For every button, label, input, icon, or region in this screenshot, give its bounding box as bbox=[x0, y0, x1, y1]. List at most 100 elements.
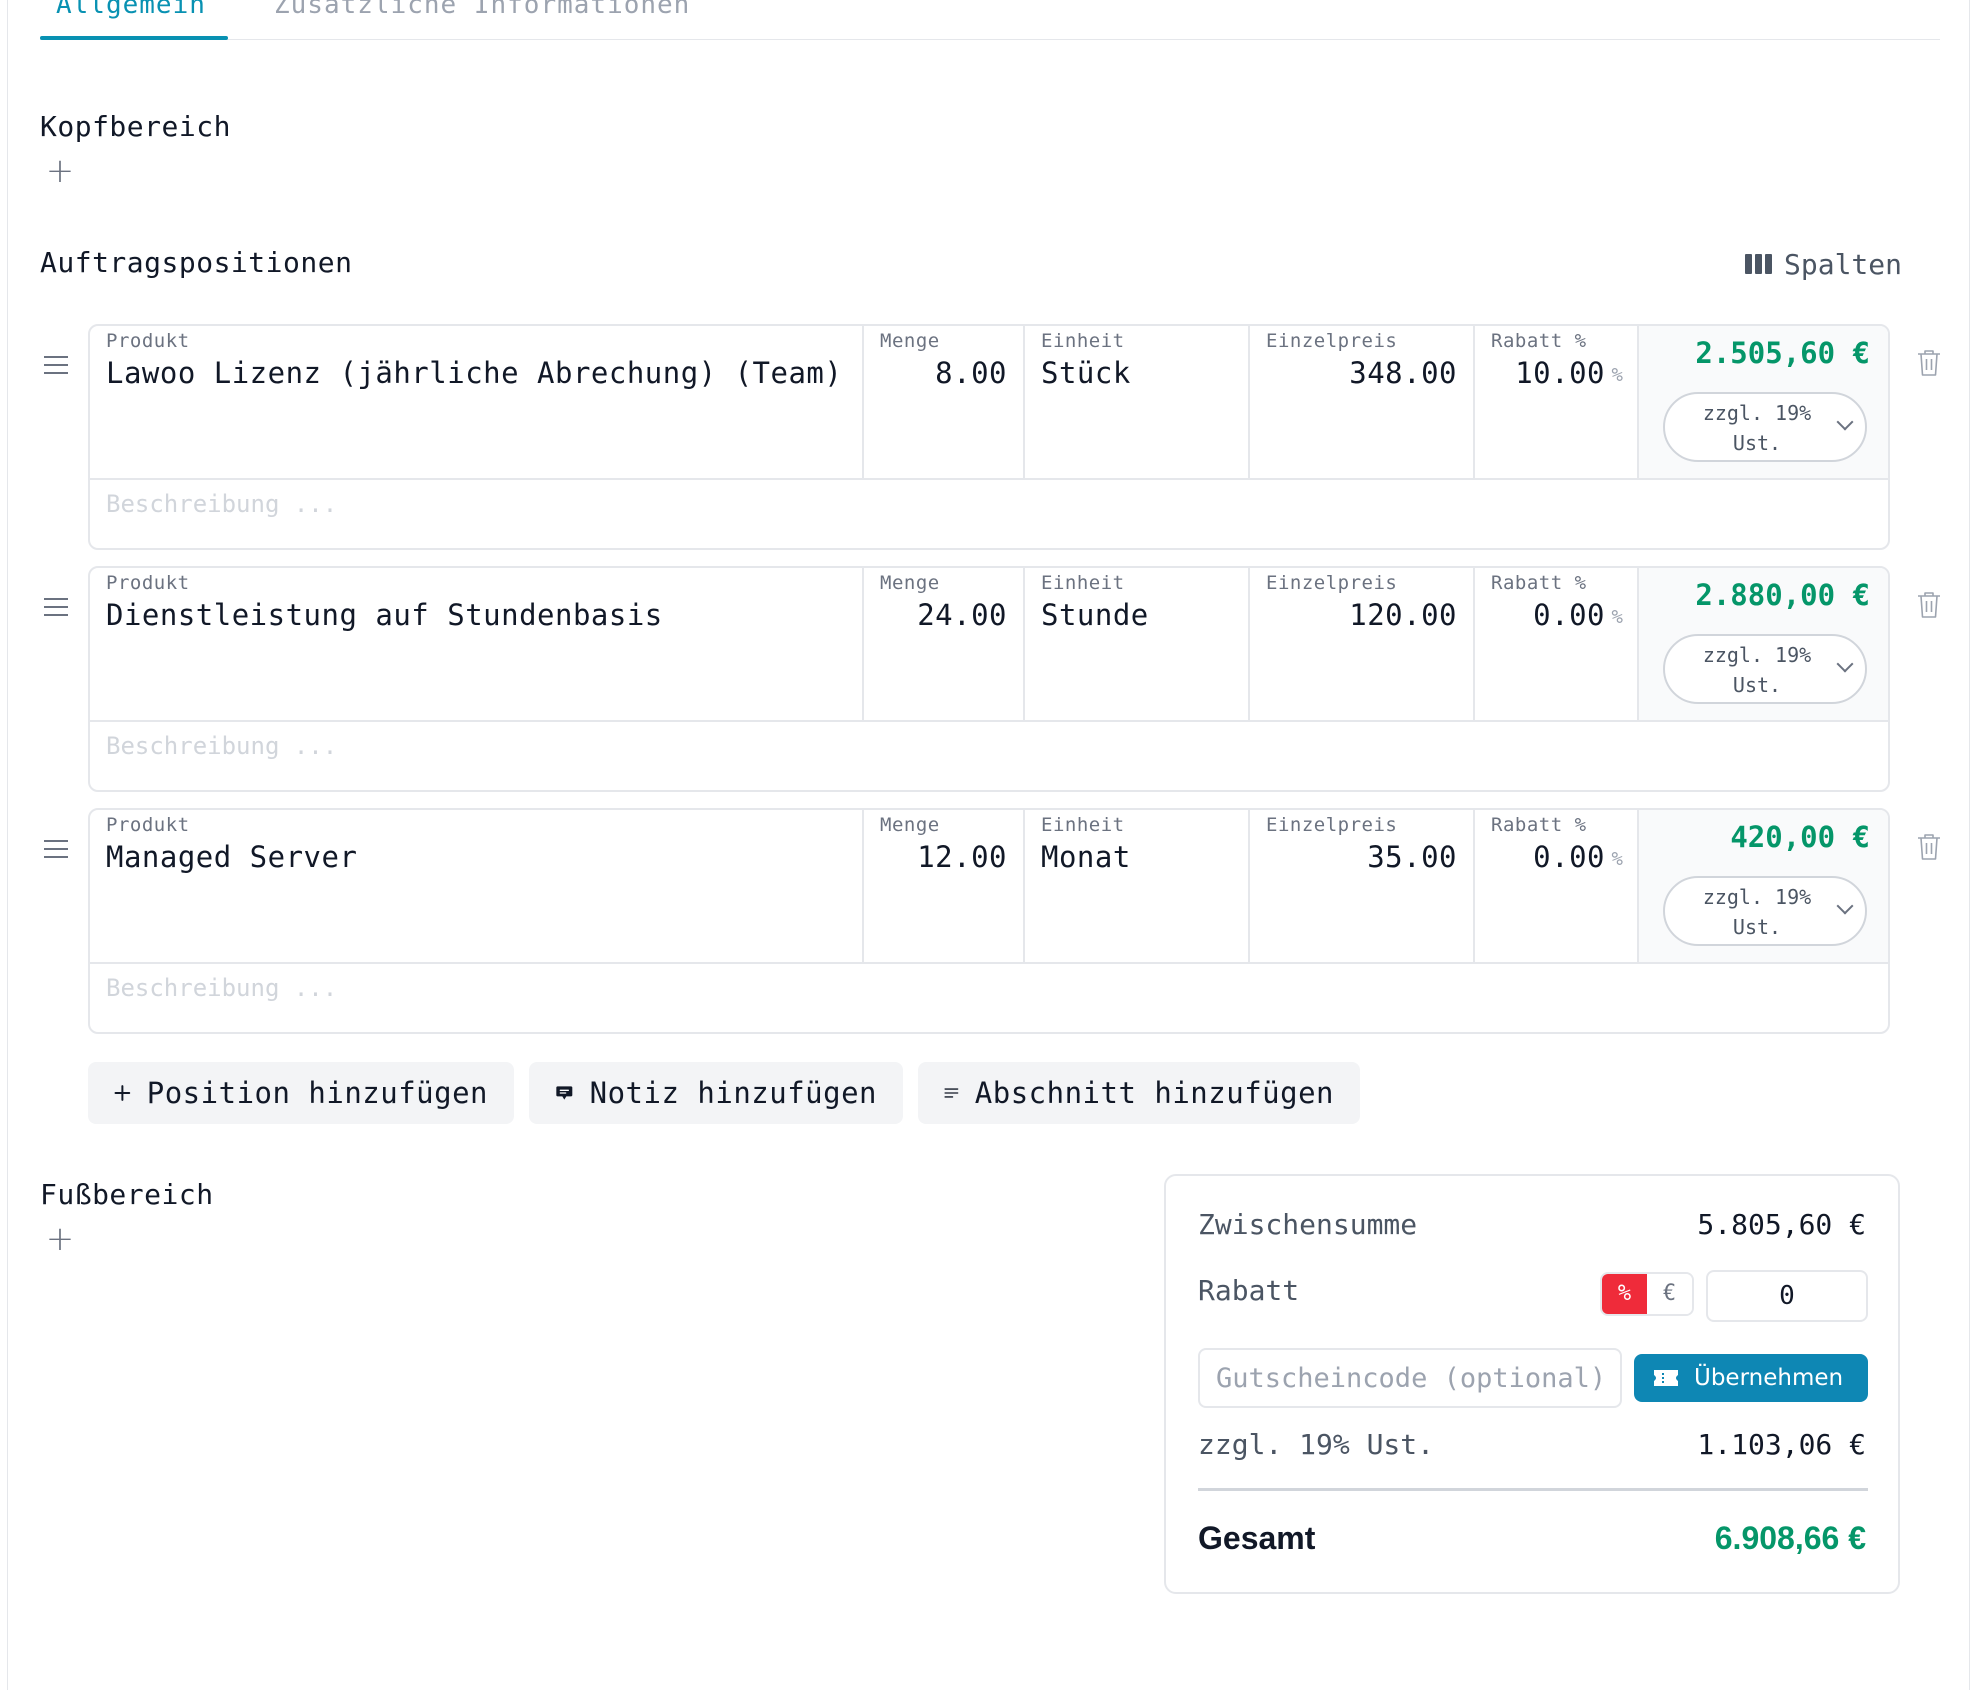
voucher-code-input[interactable] bbox=[1198, 1348, 1622, 1408]
add-section-label: Abschnitt hinzufügen bbox=[974, 1076, 1334, 1110]
tax-select-value: zzgl. 19% Ust. bbox=[1702, 643, 1812, 697]
product-value: Lawoo Lizenz (jährliche Abrechung) (Team… bbox=[106, 356, 843, 390]
description-field[interactable]: Beschreibung ... bbox=[106, 974, 337, 1002]
totals-divider bbox=[1198, 1488, 1868, 1491]
trash-icon[interactable] bbox=[1916, 590, 1942, 620]
unit-price-label: Einzelpreis bbox=[1266, 572, 1398, 594]
discount-percent-option[interactable]: % bbox=[1602, 1274, 1647, 1314]
tax-select[interactable]: zzgl. 19% Ust. bbox=[1663, 634, 1867, 704]
percent-sign: % bbox=[1611, 364, 1623, 386]
tab-bar-divider bbox=[40, 39, 1940, 40]
unit-field[interactable]: Einheit Stunde bbox=[1025, 568, 1250, 720]
discount-field[interactable]: Rabatt % 0.00 % bbox=[1475, 810, 1639, 962]
description-field[interactable]: Beschreibung ... bbox=[106, 490, 337, 518]
columns-icon bbox=[1745, 254, 1772, 274]
add-note-button[interactable]: Notiz hinzufügen bbox=[529, 1062, 903, 1124]
add-position-button[interactable]: Position hinzufügen bbox=[88, 1062, 514, 1124]
unit-value: Stunde bbox=[1041, 598, 1149, 632]
positions-section-title: Auftragspositionen bbox=[40, 246, 353, 279]
columns-button-label: Spalten bbox=[1784, 247, 1903, 281]
quantity-label: Menge bbox=[880, 330, 940, 352]
unit-price-field[interactable]: Einzelpreis 35.00 bbox=[1250, 810, 1475, 962]
product-field[interactable]: Produkt Managed Server bbox=[90, 810, 864, 962]
description-field[interactable]: Beschreibung ... bbox=[106, 732, 337, 760]
discount-label: Rabatt bbox=[1198, 1274, 1300, 1307]
discount-input[interactable] bbox=[1706, 1270, 1868, 1322]
unit-field[interactable]: Einheit Monat bbox=[1025, 810, 1250, 962]
subtotal-label: Zwischensumme bbox=[1198, 1208, 1418, 1241]
footer-section-title: Fußbereich bbox=[40, 1178, 214, 1211]
product-field[interactable]: Produkt Dienstleistung auf Stundenbasis bbox=[90, 568, 864, 720]
line-total: 420,00 € bbox=[1730, 820, 1870, 854]
quantity-label: Menge bbox=[880, 572, 940, 594]
add-section-button[interactable]: Abschnitt hinzufügen bbox=[918, 1062, 1360, 1124]
drag-handle-icon[interactable] bbox=[44, 840, 68, 864]
active-tab-indicator bbox=[40, 36, 228, 40]
unit-field[interactable]: Einheit Stück bbox=[1025, 326, 1250, 478]
columns-button[interactable]: Spalten bbox=[1745, 244, 1902, 284]
chevron-down-icon bbox=[1836, 897, 1854, 915]
unit-price-label: Einzelpreis bbox=[1266, 330, 1398, 352]
trash-icon[interactable] bbox=[1916, 832, 1942, 862]
grand-total-value: 6.908,66 € bbox=[1714, 1520, 1866, 1556]
discount-value: 0.00 bbox=[1533, 840, 1605, 874]
chevron-down-icon bbox=[1836, 655, 1854, 673]
unit-label: Einheit bbox=[1041, 572, 1125, 594]
discount-value: 10.00 bbox=[1515, 356, 1605, 390]
unit-value: Monat bbox=[1041, 840, 1131, 874]
quantity-field[interactable]: Menge 12.00 bbox=[864, 810, 1025, 962]
position-row: Produkt Dienstleistung auf Stundenbasis … bbox=[88, 566, 1890, 792]
tab-zusaetzliche-informationen[interactable]: Zusätzliche Informationen bbox=[274, 0, 690, 20]
discount-value: 0.00 bbox=[1533, 598, 1605, 632]
unit-price-label: Einzelpreis bbox=[1266, 814, 1398, 836]
discount-type-toggle: % € bbox=[1600, 1272, 1694, 1316]
line-total: 2.880,00 € bbox=[1695, 578, 1870, 612]
line-total: 2.505,60 € bbox=[1695, 336, 1870, 370]
unit-price-field[interactable]: Einzelpreis 120.00 bbox=[1250, 568, 1475, 720]
tax-label: zzgl. 19% Ust. bbox=[1198, 1428, 1435, 1461]
trash-icon[interactable] bbox=[1916, 348, 1942, 378]
product-label: Produkt bbox=[106, 330, 190, 352]
discount-field[interactable]: Rabatt % 0.00 % bbox=[1475, 568, 1639, 720]
unit-price-field[interactable]: Einzelpreis 348.00 bbox=[1250, 326, 1475, 478]
percent-sign: % bbox=[1611, 848, 1623, 870]
product-field[interactable]: Produkt Lawoo Lizenz (jährliche Abrechun… bbox=[90, 326, 864, 478]
plus-icon bbox=[114, 1085, 131, 1101]
unit-label: Einheit bbox=[1041, 814, 1125, 836]
discount-label: Rabatt % bbox=[1491, 814, 1587, 836]
discount-label: Rabatt % bbox=[1491, 572, 1587, 594]
line-total-cell: 420,00 € zzgl. 19% Ust. bbox=[1639, 810, 1888, 962]
tab-allgemein[interactable]: Allgemein bbox=[56, 0, 206, 20]
line-total-cell: 2.880,00 € zzgl. 19% Ust. bbox=[1639, 568, 1888, 720]
product-value: Dienstleistung auf Stundenbasis bbox=[106, 598, 663, 632]
grand-total-label: Gesamt bbox=[1198, 1520, 1316, 1556]
add-header-plus-icon[interactable]: + bbox=[44, 154, 76, 188]
quantity-field[interactable]: Menge 8.00 bbox=[864, 326, 1025, 478]
tax-select[interactable]: zzgl. 19% Ust. bbox=[1663, 392, 1867, 462]
drag-handle-icon[interactable] bbox=[44, 356, 68, 380]
quantity-value: 12.00 bbox=[917, 840, 1007, 874]
quantity-field[interactable]: Menge 24.00 bbox=[864, 568, 1025, 720]
apply-voucher-label: Übernehmen bbox=[1694, 1365, 1844, 1391]
ticket-icon bbox=[1654, 1370, 1678, 1386]
quantity-value: 8.00 bbox=[935, 356, 1007, 390]
header-section-title: Kopfbereich bbox=[40, 110, 231, 143]
percent-sign: % bbox=[1611, 606, 1623, 628]
unit-price-value: 35.00 bbox=[1367, 840, 1457, 874]
discount-field[interactable]: Rabatt % 10.00 % bbox=[1475, 326, 1639, 478]
drag-handle-icon[interactable] bbox=[44, 598, 68, 622]
product-value: Managed Server bbox=[106, 840, 358, 874]
tax-value: 1.103,06 € bbox=[1697, 1428, 1866, 1461]
tax-select[interactable]: zzgl. 19% Ust. bbox=[1663, 876, 1867, 946]
tax-select-value: zzgl. 19% Ust. bbox=[1702, 401, 1812, 455]
unit-price-value: 120.00 bbox=[1349, 598, 1457, 632]
unit-value: Stück bbox=[1041, 356, 1131, 390]
apply-voucher-button[interactable]: Übernehmen bbox=[1634, 1354, 1868, 1402]
add-note-label: Notiz hinzufügen bbox=[589, 1076, 877, 1110]
note-icon bbox=[556, 1086, 573, 1100]
unit-label: Einheit bbox=[1041, 330, 1125, 352]
product-label: Produkt bbox=[106, 572, 190, 594]
add-footer-plus-icon[interactable]: + bbox=[44, 1222, 76, 1256]
discount-euro-option[interactable]: € bbox=[1647, 1274, 1692, 1314]
totals-panel: Zwischensumme 5.805,60 € Rabatt % € Über… bbox=[1164, 1174, 1900, 1594]
